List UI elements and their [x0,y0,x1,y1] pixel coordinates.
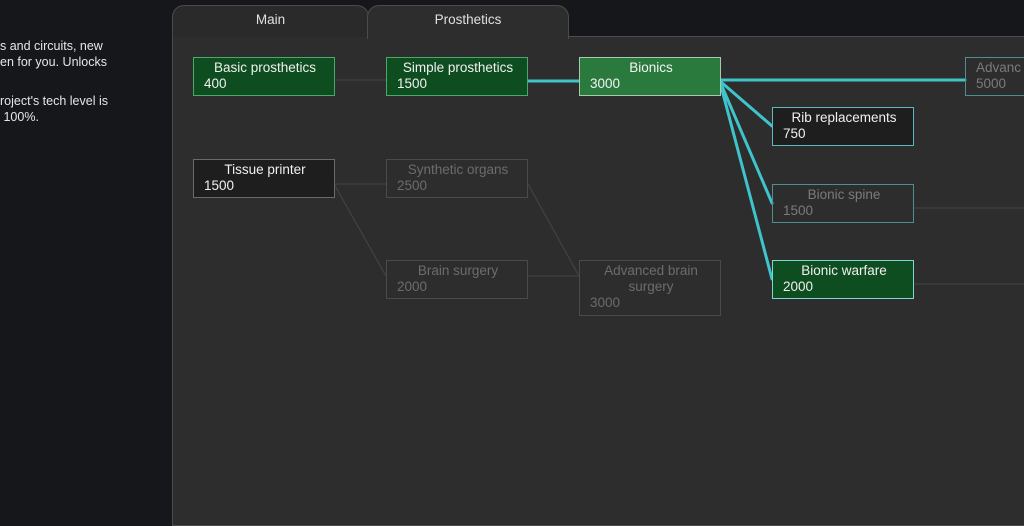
description-line: roject's tech level is [0,94,108,108]
tech-node-cost: 3000 [590,76,621,91]
tech-node-rib-replacements[interactable]: Rib replacements 750 [772,107,914,146]
tech-node-cost: 400 [204,76,227,91]
tab-prosthetics[interactable]: Prosthetics [367,5,569,39]
tech-node-bionic-warfare[interactable]: Bionic warfare 2000 [772,260,914,299]
tech-node-cost: 1500 [397,76,428,91]
tech-node-name: Bionic warfare [801,263,887,278]
tech-node-name: surgery [628,279,674,294]
tech-node-tissue-printer[interactable]: Tissue printer 1500 [193,159,335,198]
tech-node-name: Advanced brain [604,263,698,278]
tech-node-cost: 3000 [590,295,621,310]
tech-node-cost: 5000 [976,76,1007,91]
tech-node-name: Bionic spine [807,187,881,202]
tech-node-basic-prosthetics[interactable]: Basic prosthetics 400 [193,57,335,96]
tech-node-cost: 1500 [204,178,235,193]
tech-node-brain-surgery[interactable]: Brain surgery 2000 [386,260,528,299]
description-line: 100%. [0,110,39,124]
tech-node-bionic-spine[interactable]: Bionic spine 1500 [772,184,914,223]
tech-node-name: Brain surgery [417,263,499,278]
tech-node-cost: 2000 [397,279,428,294]
description-line: en for you. Unlocks [0,55,107,69]
tech-node-bionics[interactable]: Bionics 3000 [579,57,721,96]
tech-node-synthetic-organs[interactable]: Synthetic organs 2500 [386,159,528,198]
description-line: s and circuits, new [0,39,103,53]
tech-node-name: Advanc [976,60,1022,75]
tech-node-cost: 2000 [783,279,814,294]
tech-node-name: Tissue printer [224,162,306,177]
tech-node-advanced-brain-surgery[interactable]: Advanced brain surgery 3000 [579,260,721,316]
tech-node-cost: 2500 [397,178,428,193]
tab-main[interactable]: Main [172,5,369,37]
tech-node-name: Rib replacements [791,110,897,125]
tech-node-cost: 1500 [783,203,814,218]
tech-node-name: Simple prosthetics [402,60,514,75]
tech-node-cost: 750 [783,126,806,141]
tech-node-name: Synthetic organs [407,162,509,177]
tech-node-name: Bionics [629,60,673,75]
tech-node-name: Basic prosthetics [213,60,317,75]
tech-node-advanced[interactable]: Advanc 5000 [965,57,1024,96]
tech-node-simple-prosthetics[interactable]: Simple prosthetics 1500 [386,57,528,96]
description-panel: s and circuits, new en for you. Unlocks … [0,0,172,512]
